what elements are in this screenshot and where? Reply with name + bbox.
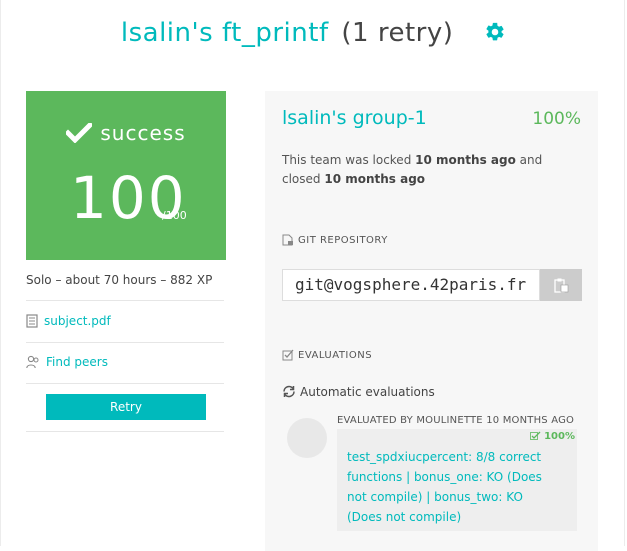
find-peers-label[interactable]: Find peers: [46, 355, 108, 369]
divider: [26, 431, 224, 432]
status-text: success: [100, 121, 186, 145]
check-icon: [64, 121, 94, 144]
result-panel: success 100 /100: [26, 91, 226, 260]
divider: [26, 342, 224, 343]
evaluation-percent-text: 100%: [544, 431, 575, 442]
team-status-text: This team was locked 10 months ago and c…: [282, 151, 582, 189]
automatic-label-text: Automatic evaluations: [300, 385, 435, 399]
evaluation-percent: 100%: [530, 431, 575, 442]
git-icon: [282, 234, 293, 246]
team-panel: lsalin's group-1 100% This team was lock…: [265, 91, 598, 551]
result-status: success: [26, 121, 226, 145]
team-percent: 100%: [532, 109, 581, 129]
project-meta: Solo – about 70 hours – 882 XP: [26, 273, 213, 287]
evaluation-comment: test_spdxiucpercent: 8/8 correct functio…: [347, 450, 542, 524]
document-icon: [26, 314, 38, 328]
checklist-icon: [282, 349, 294, 361]
git-url-field[interactable]: git@vogsphere.42paris.fr: [282, 269, 540, 301]
evaluation-card: 100% test_spdxiucpercent: 8/8 correct fu…: [337, 429, 577, 531]
subject-link[interactable]: subject.pdf: [26, 314, 224, 328]
score-max: /100: [162, 209, 187, 222]
divider: [26, 383, 224, 384]
divider: [26, 300, 224, 301]
evaluations-label-text: EVALUATIONS: [298, 350, 373, 361]
automatic-evaluations: Automatic evaluations: [282, 385, 435, 399]
locked-time: 10 months ago: [415, 153, 516, 167]
users-icon: [26, 355, 39, 369]
gear-icon[interactable]: [484, 20, 506, 42]
clipboard-icon: [554, 278, 569, 293]
evaluation-header: EVALUATED BY MOULINETTE 10 MONTHS AGO: [337, 415, 575, 426]
find-peers-link[interactable]: Find peers: [26, 355, 224, 369]
project-title: lsalin's ft_printf: [120, 18, 329, 48]
check-icon: [530, 431, 541, 440]
copy-button[interactable]: [540, 269, 582, 301]
evaluations-label: EVALUATIONS: [282, 349, 372, 361]
team-name[interactable]: lsalin's group-1: [282, 107, 427, 129]
retry-button[interactable]: Retry: [46, 394, 206, 420]
closed-time: 10 months ago: [324, 172, 426, 186]
git-repository-label: GIT REPOSITORY: [282, 234, 388, 246]
retry-count: (1 retry): [341, 18, 454, 48]
refresh-icon: [283, 385, 295, 398]
git-label-text: GIT REPOSITORY: [298, 235, 388, 246]
locked-prefix: This team was locked: [282, 153, 416, 167]
subject-link-label[interactable]: subject.pdf: [44, 314, 111, 328]
avatar: [287, 418, 327, 458]
page-title: lsalin's ft_printf (1 retry): [0, 18, 627, 48]
